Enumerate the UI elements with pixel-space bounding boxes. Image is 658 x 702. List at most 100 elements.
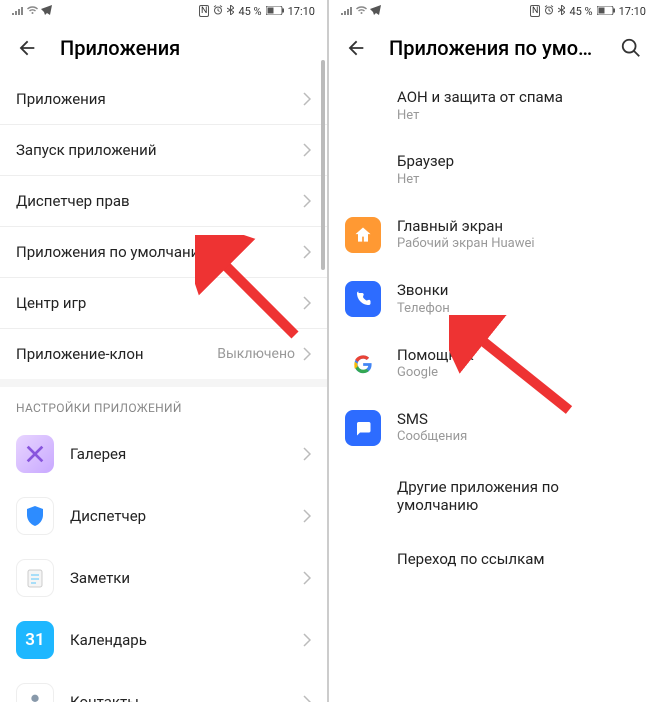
row-launch[interactable]: Запуск приложений (0, 125, 327, 176)
signal-icon (12, 5, 24, 18)
phone-icon (345, 281, 381, 317)
battery-icon (266, 5, 284, 18)
default-caller-id[interactable]: АОН и защита от спама Нет (329, 74, 658, 138)
default-browser[interactable]: Браузер Нет (329, 138, 658, 202)
header: Приложения по умолча... (329, 22, 658, 74)
google-icon (345, 346, 381, 382)
default-title: АОН и защита от спама (397, 88, 642, 108)
row-label: Приложение-клон (16, 345, 217, 363)
row-value: Выключено (217, 346, 295, 362)
default-title: Помощник (397, 346, 642, 366)
bluetooth-icon (558, 5, 565, 18)
time-text: 17:10 (619, 5, 646, 18)
status-right: N 45 % 17:10 (530, 5, 646, 18)
default-assistant[interactable]: Помощник Google (329, 332, 658, 396)
default-title: Главный экран (397, 217, 642, 237)
default-sub: Телефон (397, 301, 642, 318)
app-row-manager[interactable]: Диспетчер (0, 485, 327, 547)
home-icon (345, 217, 381, 253)
empty-icon (345, 153, 381, 189)
alarm-icon (544, 5, 554, 18)
gallery-icon (16, 435, 54, 473)
default-phone[interactable]: Звонки Телефон (329, 267, 658, 331)
app-label: Галерея (70, 445, 287, 463)
row-label: Центр игр (16, 294, 303, 312)
default-sms[interactable]: SMS Сообщения (329, 396, 658, 460)
header: Приложения (0, 22, 327, 74)
row-permissions[interactable]: Диспетчер прав (0, 176, 327, 227)
section-header: НАСТРОЙКИ ПРИЛОЖЕНИЙ (0, 387, 327, 423)
row-label: Приложения по умолчанию (16, 243, 303, 261)
default-sub: Нет (397, 108, 642, 125)
default-sub: Сообщения (397, 429, 642, 446)
chevron-right-icon (303, 633, 311, 647)
default-home[interactable]: Главный экран Рабочий экран Huawei (329, 203, 658, 267)
row-label: Приложения (16, 90, 303, 108)
app-row-gallery[interactable]: Галерея (0, 423, 327, 485)
shield-icon (16, 497, 54, 535)
search-icon[interactable] (620, 37, 642, 59)
scrollbar[interactable] (321, 60, 325, 270)
status-bar: N 45 % 17:10 (329, 0, 658, 22)
default-title: SMS (397, 410, 642, 430)
row-game-center[interactable]: Центр игр (0, 278, 327, 329)
telegram-icon (41, 5, 52, 18)
app-label: Диспетчер (70, 507, 287, 525)
chevron-right-icon (303, 92, 311, 106)
default-sub: Рабочий экран Huawei (397, 236, 642, 253)
app-list: Галерея Диспетчер Заметки 31 Календарь (0, 423, 327, 702)
phone-right: N 45 % 17:10 Приложения по умолча... АОН… (329, 0, 658, 702)
row-label: Диспетчер прав (16, 192, 303, 210)
telegram-icon (370, 5, 381, 18)
time-text: 17:10 (288, 5, 315, 18)
status-right: N 45 % 17:10 (199, 5, 315, 18)
default-title: Звонки (397, 281, 642, 301)
battery-text: 45 % (569, 5, 592, 18)
chevron-right-icon (303, 245, 311, 259)
signal-icon (341, 5, 353, 18)
row-open-links[interactable]: Переход по ссылкам (329, 532, 658, 586)
chevron-right-icon (303, 447, 311, 461)
chevron-right-icon (303, 695, 311, 702)
row-other-defaults[interactable]: Другие приложения по умолчанию (329, 460, 658, 532)
battery-icon (597, 5, 615, 18)
page-title: Приложения (60, 36, 311, 60)
status-bar: N 45 % 17:10 (0, 0, 327, 22)
back-icon[interactable] (345, 37, 367, 59)
chevron-right-icon (303, 143, 311, 157)
row-default-apps[interactable]: Приложения по умолчанию (0, 227, 327, 278)
row-apps[interactable]: Приложения (0, 74, 327, 125)
row-label: Запуск приложений (16, 141, 303, 159)
chevron-right-icon (303, 571, 311, 585)
wifi-icon (26, 5, 39, 18)
contacts-icon (16, 683, 54, 702)
status-left (341, 5, 381, 18)
page-title: Приложения по умолча... (389, 36, 598, 60)
nfc-icon: N (199, 5, 209, 17)
sms-icon (345, 410, 381, 446)
app-row-notes[interactable]: Заметки (0, 547, 327, 609)
app-label: Календарь (70, 631, 287, 649)
default-title: Браузер (397, 152, 642, 172)
app-row-calendar[interactable]: 31 Календарь (0, 609, 327, 671)
app-row-contacts[interactable]: Контакты (0, 671, 327, 702)
bluetooth-icon (227, 5, 234, 18)
status-left (12, 5, 52, 18)
back-icon[interactable] (16, 37, 38, 59)
phone-left: N 45 % 17:10 Приложения Приложения Запус… (0, 0, 329, 702)
chevron-right-icon (303, 194, 311, 208)
chevron-right-icon (303, 296, 311, 310)
defaults-list: АОН и защита от спама Нет Браузер Нет Гл… (329, 74, 658, 586)
row-app-clone[interactable]: Приложение-клон Выключено (0, 329, 327, 379)
wifi-icon (355, 5, 368, 18)
battery-text: 45 % (238, 5, 261, 18)
nfc-icon: N (530, 5, 540, 17)
app-label: Заметки (70, 569, 287, 587)
chevron-right-icon (303, 509, 311, 523)
alarm-icon (213, 5, 223, 18)
empty-icon (345, 88, 381, 124)
chevron-right-icon (303, 347, 311, 361)
settings-list: Приложения Запуск приложений Диспетчер п… (0, 74, 327, 379)
app-label: Контакты (70, 693, 287, 702)
notes-icon (16, 559, 54, 597)
